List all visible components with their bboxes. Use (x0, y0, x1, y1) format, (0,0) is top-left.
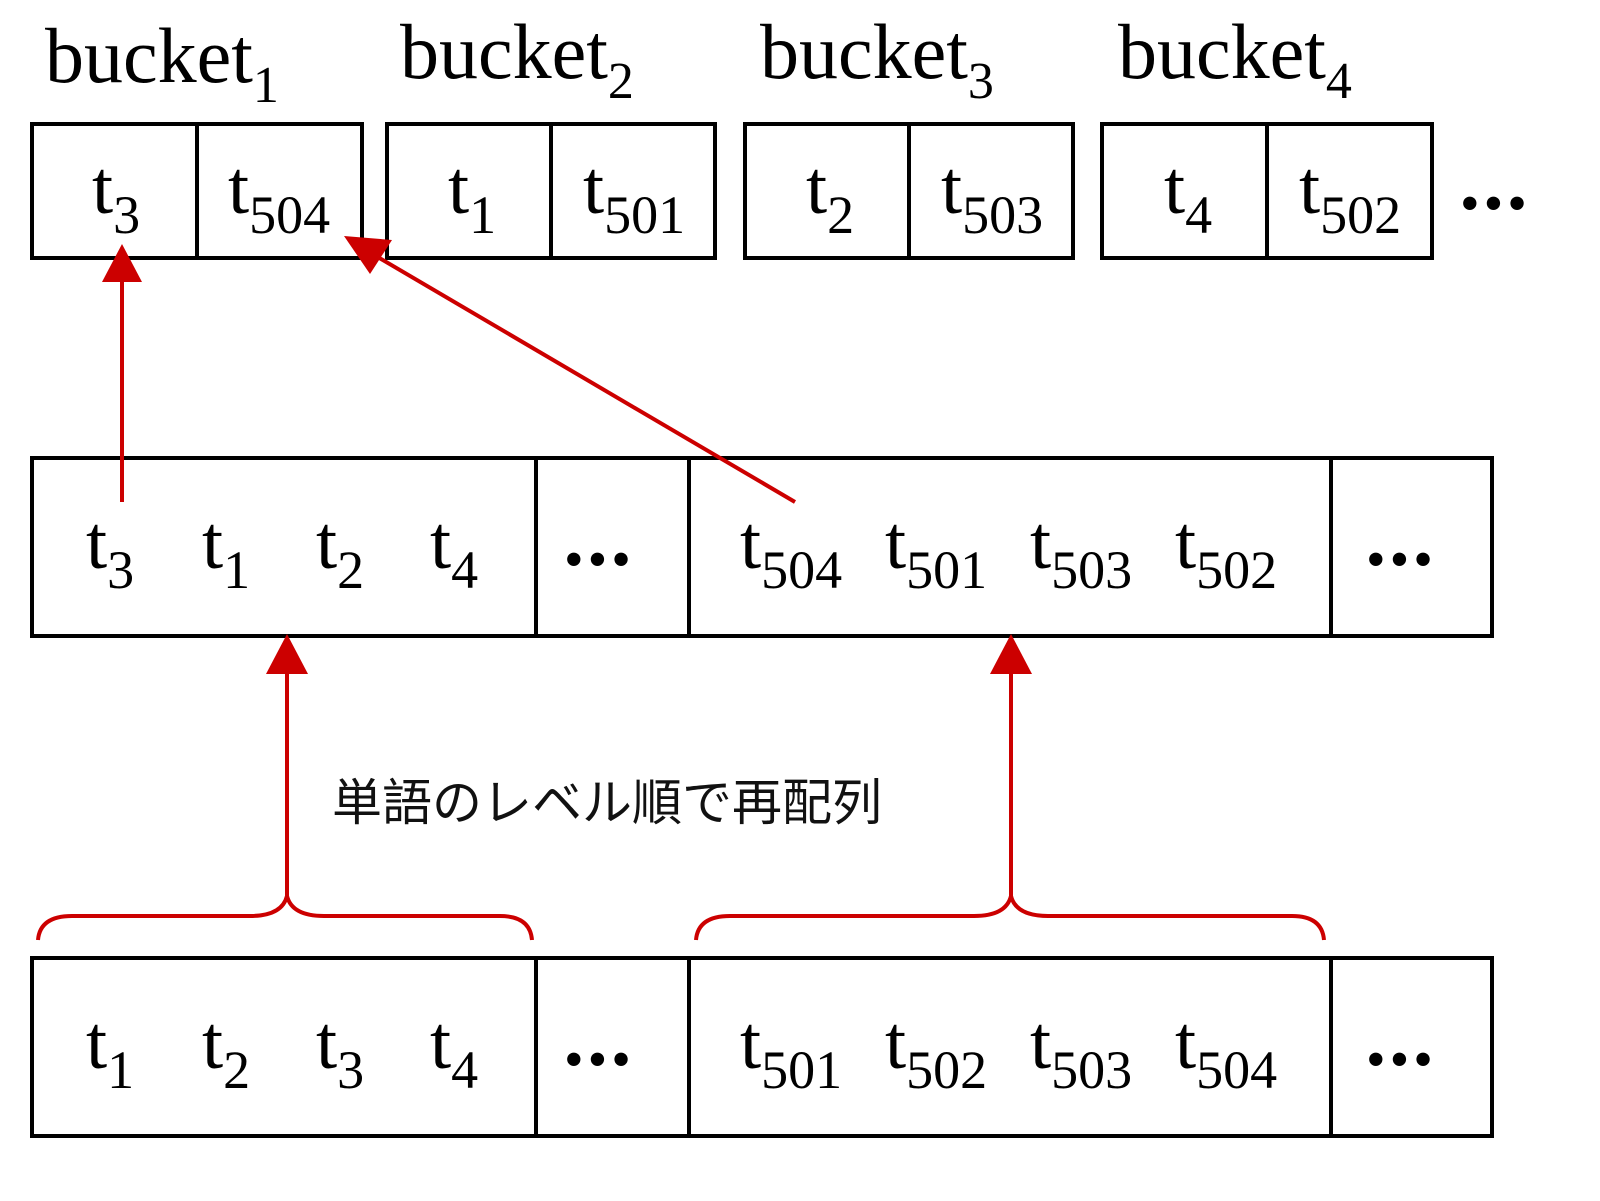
brace-group1 (36, 895, 534, 941)
middle-term: t503 (1030, 501, 1132, 600)
bucket-2-label: bucket2 (400, 8, 634, 110)
bucket-4-label: bucket4 (1118, 8, 1352, 110)
bucket-more-ellipsis: ••• (1460, 173, 1531, 235)
bottom-term: t501 (740, 1001, 842, 1100)
middle-term: t501 (885, 501, 987, 600)
bucket-1-term-a: t3 (92, 146, 140, 245)
diagram-canvas: bucket1 bucket2 bucket3 bucket4 t3 t504 … (30, 8, 1531, 1138)
bottom-row-terms: t1 t2 t3 t4 ••• t501 t502 t503 t504 ••• (86, 1001, 1437, 1100)
bottom-term: t3 (316, 1001, 364, 1100)
bucket-4-term-a: t4 (1164, 146, 1212, 245)
bottom-term: t503 (1030, 1001, 1132, 1100)
arrow-group2-head (990, 634, 1032, 674)
bucket-1-term-b: t504 (228, 146, 330, 245)
bucket-3-term-a: t2 (806, 146, 854, 245)
middle-term: t504 (740, 501, 842, 600)
bucket-3-label: bucket3 (760, 8, 994, 110)
middle-row-terms: t3 t1 t2 t4 ••• t504 t501 t503 t502 ••• (86, 501, 1437, 600)
bucket-2-term-a: t1 (448, 146, 496, 245)
bucket-2-term-b: t501 (583, 146, 685, 245)
bottom-term: t502 (885, 1001, 987, 1100)
bottom-gap-ellipsis-1: ••• (564, 1029, 635, 1091)
bottom-gap-ellipsis-2: ••• (1366, 1029, 1437, 1091)
bucket-1-label: bucket1 (45, 12, 279, 114)
brace-group2 (694, 895, 1326, 941)
bottom-term: t4 (430, 1001, 478, 1100)
arrow-t3-head (102, 244, 142, 282)
diagram: bucket1 bucket2 bucket3 bucket4 t3 t504 … (0, 0, 1600, 1196)
middle-gap-ellipsis-1: ••• (564, 529, 635, 591)
arrow-t504-head (344, 236, 392, 274)
braces (36, 895, 1326, 941)
bottom-term: t2 (202, 1001, 250, 1100)
middle-gap-ellipsis-2: ••• (1366, 529, 1437, 591)
bucket-4-term-b: t502 (1299, 146, 1401, 245)
bucket-labels: bucket1 bucket2 bucket3 bucket4 (45, 8, 1352, 114)
bottom-term: t504 (1175, 1001, 1277, 1100)
caption-reorder: 単語のレベル順で再配列 (332, 774, 882, 832)
middle-term: t2 (316, 501, 364, 600)
arrow-group1-head (266, 634, 308, 674)
middle-term: t3 (86, 501, 134, 600)
middle-term: t1 (202, 501, 250, 600)
arrow-t504-line (374, 254, 797, 504)
middle-term: t502 (1175, 501, 1277, 600)
bucket-3-term-b: t503 (941, 146, 1043, 245)
middle-term: t4 (430, 501, 478, 600)
bottom-term: t1 (86, 1001, 134, 1100)
